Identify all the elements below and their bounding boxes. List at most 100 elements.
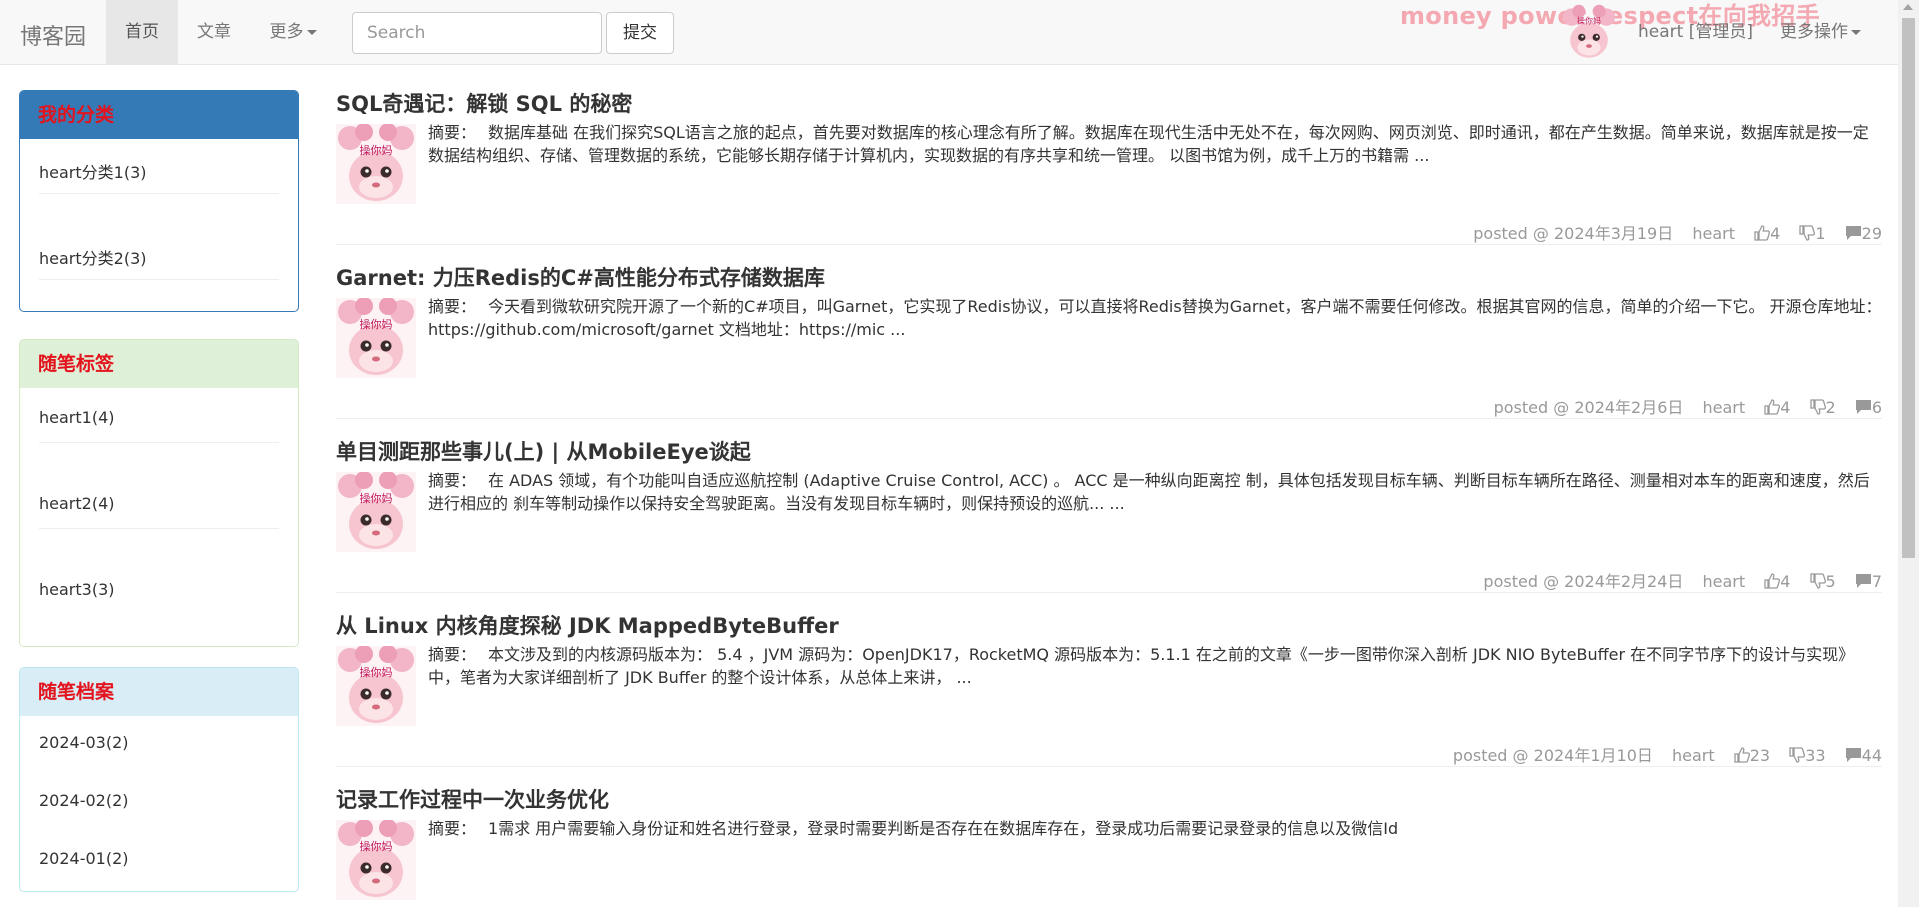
summary-label: 摘要： <box>428 123 477 142</box>
tag-item[interactable]: heart2(4) <box>39 474 279 560</box>
svg-text:操你妈: 操你妈 <box>1577 16 1601 26</box>
thumbs-up-icon <box>1764 573 1781 589</box>
post-thumbnail[interactable]: 操你妈 <box>336 124 416 204</box>
post-title-link[interactable]: 记录工作过程中一次业务优化 <box>336 784 609 814</box>
like-button[interactable]: 4 <box>1764 572 1790 591</box>
summary-text: 数据库基础 在我们探究SQL语言之旅的起点，首先要对数据库的核心理念有所了解。数… <box>428 123 1869 165</box>
summary-text: 在 ADAS 领域，有个功能叫自适应巡航控制 (Adaptive Cruise … <box>428 471 1870 513</box>
post-item: 单目测距那些事儿(上) | 从MobileEye谈起 操你妈 摘要：在 ADAS… <box>336 436 1882 596</box>
post-thumbnail[interactable]: 操你妈 <box>336 646 416 726</box>
post-summary: 摘要：在 ADAS 领域，有个功能叫自适应巡航控制 (Adaptive Crui… <box>428 469 1882 515</box>
post-summary: 摘要： 今天看到微软研究院开源了一个新的C#项目，叫Garnet，它实现了Redi… <box>428 295 1882 341</box>
post-thumbnail[interactable]: 操你妈 <box>336 820 416 900</box>
post-meta: posted @ 2024年1月10日 heart 23 33 44 <box>1453 742 1882 766</box>
post-thumbnail[interactable]: 操你妈 <box>336 298 416 378</box>
like-count: 23 <box>1749 746 1771 765</box>
post-author-link[interactable]: heart <box>1672 746 1715 765</box>
archives-panel: 随笔档案 2024-03(2) 2024-02(2) 2024-01(2) <box>19 667 299 892</box>
post-divider <box>336 418 1882 419</box>
more-ops-label: 更多操作 <box>1780 22 1848 42</box>
svg-text:操你妈: 操你妈 <box>360 491 393 505</box>
summary-text: 本文涉及到的内核源码版本为： 5.4 ，JVM 源码为：OpenJDK17，Ro… <box>428 645 1855 687</box>
vertical-scrollbar[interactable] <box>1898 0 1919 907</box>
post-item: Garnet: 力压Redis的C#高性能分布式存储数据库 操你妈 摘要： 今天看… <box>336 262 1882 422</box>
post-author-link[interactable]: heart <box>1703 398 1746 417</box>
like-button[interactable]: 4 <box>1754 224 1780 243</box>
comment-icon <box>1845 226 1861 240</box>
scroll-up-arrow-icon[interactable] <box>1903 4 1913 10</box>
chevron-down-icon <box>1851 29 1861 35</box>
comment-button[interactable]: 44 <box>1845 746 1882 765</box>
category-item[interactable]: heart分类1(3) <box>39 139 279 225</box>
tags-panel-title: 随笔标签 <box>20 340 298 388</box>
tag-item[interactable]: heart1(4) <box>39 388 279 474</box>
dislike-button[interactable]: 5 <box>1809 572 1836 591</box>
thumbs-up-icon <box>1764 399 1781 415</box>
post-summary: 摘要： 1需求 用户需要输入身份证和姓名进行登录，登录时需要判断是否存在在数据库存… <box>428 817 1882 840</box>
search-input[interactable] <box>352 12 602 54</box>
more-operations-dropdown[interactable]: 更多操作 <box>1780 0 1861 64</box>
post-item: 从 Linux 内核角度探秘 JDK MappedByteBuffer 操你妈 … <box>336 610 1882 770</box>
thumbs-down-icon <box>1789 747 1806 763</box>
thumbs-down-icon <box>1809 399 1826 415</box>
comment-count: 7 <box>1871 572 1882 591</box>
post-title-link[interactable]: 从 Linux 内核角度探秘 JDK MappedByteBuffer <box>336 610 839 640</box>
post-author-link[interactable]: heart <box>1692 224 1735 243</box>
dislike-count: 2 <box>1825 398 1836 417</box>
nav-more-dropdown[interactable]: 更多 <box>252 0 334 64</box>
user-avatar[interactable]: 操你妈 <box>1560 3 1618 63</box>
thumbs-down-icon <box>1799 225 1816 241</box>
tag-item[interactable]: heart3(3) <box>39 560 279 646</box>
tags-panel: 随笔标签 heart1(4) heart2(4) heart3(3) <box>19 339 299 647</box>
archive-item[interactable]: 2024-02(2) <box>39 774 279 832</box>
post-date: posted @ 2024年2月24日 <box>1483 572 1684 591</box>
search-submit-button[interactable]: 提交 <box>606 12 674 54</box>
like-button[interactable]: 4 <box>1764 398 1790 417</box>
dislike-count: 5 <box>1825 572 1836 591</box>
summary-label: 摘要： <box>428 645 477 664</box>
comment-button[interactable]: 29 <box>1845 224 1882 243</box>
summary-label: 摘要： <box>428 471 477 490</box>
post-divider <box>336 244 1882 245</box>
top-navbar: 博客园 首页 文章 更多 提交 money power respect在向我招手… <box>0 0 1898 65</box>
dislike-count: 1 <box>1815 224 1826 243</box>
nav-articles[interactable]: 文章 <box>178 0 250 64</box>
post-title-link[interactable]: 单目测距那些事儿(上) | 从MobileEye谈起 <box>336 436 751 466</box>
comment-icon <box>1855 574 1871 588</box>
post-author-link[interactable]: heart <box>1703 572 1746 591</box>
dislike-button[interactable]: 1 <box>1799 224 1826 243</box>
comment-button[interactable]: 6 <box>1855 398 1882 417</box>
dislike-button[interactable]: 2 <box>1809 398 1836 417</box>
user-name-link[interactable]: heart [管理员] <box>1638 0 1753 64</box>
category-item[interactable]: heart分类2(3) <box>39 225 279 311</box>
comment-count: 6 <box>1871 398 1882 417</box>
summary-text: 1需求 用户需要输入身份证和姓名进行登录，登录时需要判断是否存在在数据库存在，登… <box>488 819 1399 838</box>
nav-home[interactable]: 首页 <box>106 0 178 64</box>
post-thumbnail[interactable]: 操你妈 <box>336 472 416 552</box>
dislike-count: 33 <box>1805 746 1826 765</box>
post-title-link[interactable]: Garnet: 力压Redis的C#高性能分布式存储数据库 <box>336 262 825 292</box>
post-title-link[interactable]: SQL奇遇记：解锁 SQL 的秘密 <box>336 88 632 118</box>
svg-text:操你妈: 操你妈 <box>360 839 393 853</box>
comment-button[interactable]: 7 <box>1855 572 1882 591</box>
summary-label: 摘要： <box>428 297 477 316</box>
summary-label: 摘要： <box>428 819 477 838</box>
scrollbar-thumb[interactable] <box>1902 18 1915 558</box>
like-button[interactable]: 23 <box>1734 746 1770 765</box>
post-meta: posted @ 2024年2月6日 heart 4 2 6 <box>1494 394 1882 418</box>
nav-articles-label: 文章 <box>197 22 231 42</box>
comment-icon <box>1845 748 1861 762</box>
summary-text: 今天看到微软研究院开源了一个新的C#项目，叫Garnet，它实现了Redis协议… <box>428 297 1882 339</box>
archive-item[interactable]: 2024-01(2) <box>39 832 279 890</box>
svg-text:操你妈: 操你妈 <box>360 665 393 679</box>
post-date: posted @ 2024年1月10日 <box>1452 746 1653 765</box>
chevron-down-icon <box>306 29 317 35</box>
archive-item[interactable]: 2024-03(2) <box>39 716 279 774</box>
thumbs-down-icon <box>1809 573 1826 589</box>
categories-panel-title: 我的分类 <box>20 91 298 139</box>
dislike-button[interactable]: 33 <box>1789 746 1826 765</box>
post-divider <box>336 766 1882 767</box>
post-item: SQL奇遇记：解锁 SQL 的秘密 操你妈 摘要： 数据库基础 在我们探究SQL语… <box>336 88 1882 248</box>
nav-more-label: 更多 <box>269 22 304 42</box>
brand-logo[interactable]: 博客园 <box>20 19 86 51</box>
